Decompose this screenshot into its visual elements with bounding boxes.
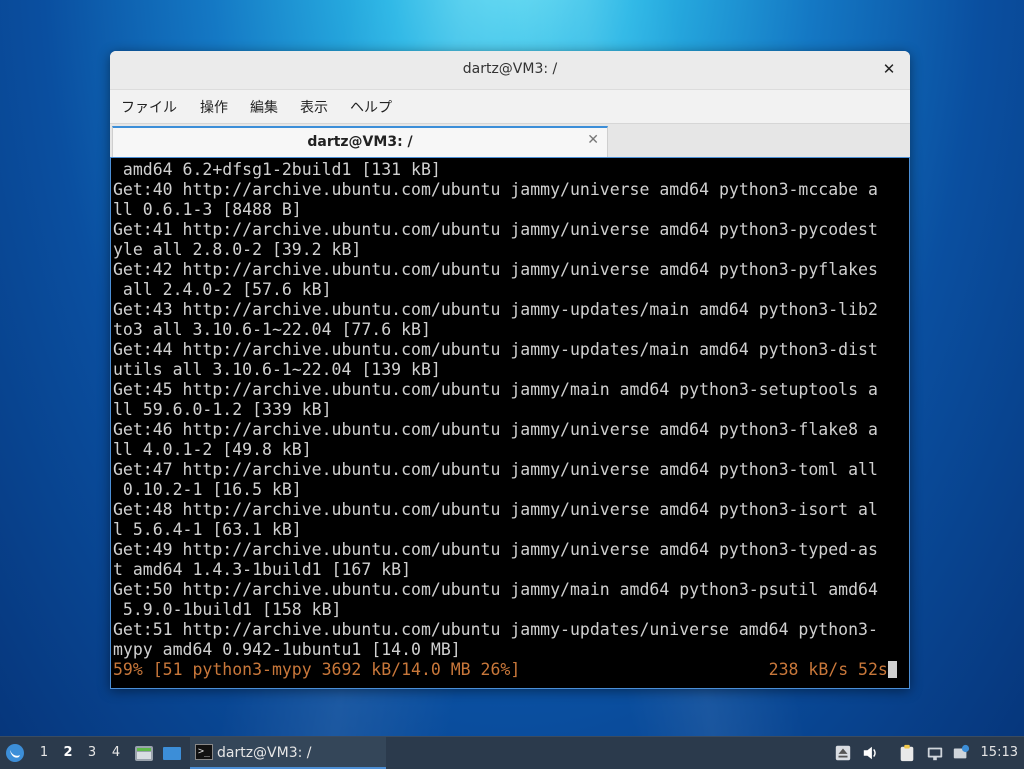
taskbar-terminal-button[interactable]: >_ dartz@VM3: / [190,737,386,769]
show-desktop-button[interactable] [162,737,184,769]
terminal-line: Get:47 http://archive.ubuntu.com/ubuntu … [113,460,878,479]
terminal-line: Get:49 http://archive.ubuntu.com/ubuntu … [113,540,878,559]
terminal-line: Get:43 http://archive.ubuntu.com/ubuntu … [113,300,878,319]
terminal-line: Get:48 http://archive.ubuntu.com/ubuntu … [113,500,878,519]
terminal-icon: >_ [195,744,213,760]
terminal-line: Get:40 http://archive.ubuntu.com/ubuntu … [113,180,878,199]
tab-bar: dartz@VM3: / ✕ [110,123,910,157]
tray-update-button[interactable] [834,737,854,769]
terminal-line: t amd64 1.4.3-1build1 [167 kB] [113,560,412,579]
terminal-line: ll 0.6.1-3 [8488 B] [113,200,302,219]
window-title: dartz@VM3: / [462,61,558,77]
tab-label: dartz@VM3: / [307,134,413,150]
window-close-icon[interactable]: ✕ [880,60,898,78]
terminal-line: all 2.4.0-2 [57.6 kB] [113,280,332,299]
terminal-line: Get:50 http://archive.ubuntu.com/ubuntu … [113,580,878,599]
terminal-line: Get:46 http://archive.ubuntu.com/ubuntu … [113,420,878,439]
menu-edit[interactable]: 編集 [250,97,278,117]
terminal-line: to3 all 3.10.6-1~22.04 [77.6 kB] [113,320,431,339]
terminal-line: Get:41 http://archive.ubuntu.com/ubuntu … [113,220,878,239]
file-manager-launcher[interactable] [134,737,156,769]
terminal-text: amd64 6.2+dfsg1-2build1 [131 kB] Get:40 … [111,158,909,680]
download-speed: 238 kB/s 52s [768,660,888,679]
network-icon [927,747,943,761]
terminal-line: Get:51 http://archive.ubuntu.com/ubuntu … [113,620,878,639]
terminal-line: ll 59.6.0-1.2 [339 kB] [113,400,332,419]
network-button[interactable] [926,737,946,769]
clipboard-button[interactable] [898,737,918,769]
terminal-window[interactable]: dartz@VM3: / ✕ ファイル 操作 編集 表示 ヘルプ dartz@V… [110,51,910,689]
terminal-line: amd64 6.2+dfsg1-2build1 [131 kB] [113,160,441,179]
terminal-output[interactable]: amd64 6.2+dfsg1-2build1 [131 kB] Get:40 … [110,157,910,689]
workspace-4[interactable]: 4 [107,737,125,769]
terminal-cursor [887,661,897,678]
workspace-3[interactable]: 3 [83,737,101,769]
terminal-line: 5.9.0-1build1 [158 kB] [113,600,342,619]
terminal-line: 0.10.2-1 [16.5 kB] [113,480,302,499]
taskbar-terminal-label: dartz@VM3: / [217,745,312,761]
terminal-line: Get:45 http://archive.ubuntu.com/ubuntu … [113,380,878,399]
tab-close-icon[interactable]: ✕ [587,132,599,148]
menu-view[interactable]: 表示 [300,97,328,117]
clipboard-icon [900,744,914,762]
eject-icon [835,745,851,761]
update-notifier-button[interactable] [952,737,974,769]
workspace-1[interactable]: 1 [35,737,53,769]
update-notifier-icon [953,744,970,759]
terminal-line: utils all 3.10.6-1~22.04 [139 kB] [113,360,441,379]
terminal-line: yle all 2.8.0-2 [39.2 kB] [113,240,362,259]
menu-bar: ファイル 操作 編集 表示 ヘルプ [110,90,910,122]
menu-file[interactable]: ファイル [121,97,177,117]
terminal-line: Get:44 http://archive.ubuntu.com/ubuntu … [113,340,878,359]
terminal-line: l 5.6.4-1 [63.1 kB] [113,520,302,539]
volume-button[interactable] [862,737,882,769]
menu-help[interactable]: ヘルプ [350,97,392,117]
lubuntu-start-icon [6,744,24,762]
window-titlebar[interactable]: dartz@VM3: / ✕ [110,51,910,90]
taskbar: 1 2 3 4 >_ dartz@VM3: / 15:13 [0,736,1024,769]
file-manager-icon [135,746,153,761]
workspace-2[interactable]: 2 [59,737,77,769]
clock[interactable]: 15:13 [981,737,1018,769]
download-progress: 59% [51 python3-mypy 3692 kB/14.0 MB 26%… [113,660,521,679]
menu-actions[interactable]: 操作 [200,97,228,117]
tab-terminal[interactable]: dartz@VM3: / ✕ [112,126,608,157]
show-desktop-icon [163,747,181,760]
terminal-line: ll 4.0.1-2 [49.8 kB] [113,440,312,459]
terminal-line: mypy amd64 0.942-1ubuntu1 [14.0 MB] [113,640,461,659]
volume-icon [863,746,876,760]
terminal-line: Get:42 http://archive.ubuntu.com/ubuntu … [113,260,878,279]
